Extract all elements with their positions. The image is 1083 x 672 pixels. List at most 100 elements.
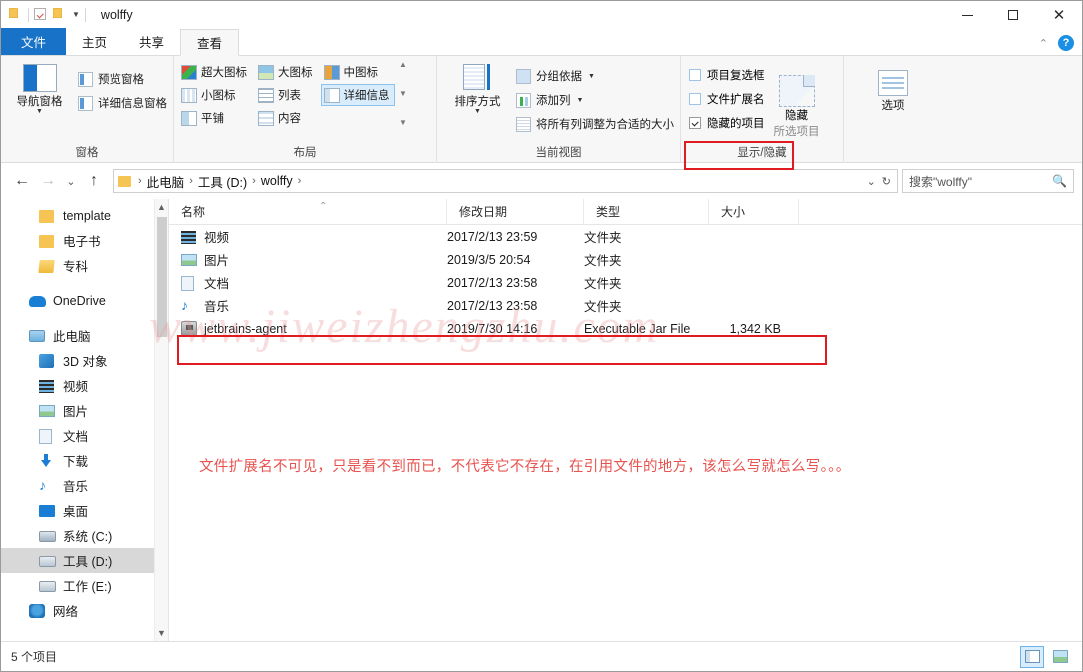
column-header-type[interactable]: 类型: [584, 198, 709, 225]
scrollbar-thumb[interactable]: [157, 217, 167, 337]
sidebar-item-this-pc[interactable]: 此电脑: [1, 323, 168, 348]
sidebar-item-template[interactable]: template: [1, 203, 168, 228]
video-icon: [39, 378, 56, 394]
gallery-expand-icon[interactable]: ▼: [399, 119, 407, 127]
breadcrumb-item-this-pc[interactable]: 此电脑: [147, 172, 185, 191]
collapse-ribbon-icon[interactable]: ⌃: [1039, 37, 1048, 50]
large-icons-view-button[interactable]: [1048, 646, 1072, 668]
scroll-up-icon[interactable]: ▲: [155, 199, 168, 215]
chevron-down-icon[interactable]: ▼: [36, 108, 43, 115]
options-button[interactable]: 选项: [858, 67, 928, 113]
checkbox-icon[interactable]: [34, 8, 48, 22]
size-all-columns-button[interactable]: 将所有列调整为合适的大小: [516, 112, 674, 136]
checkbox-icon[interactable]: [689, 93, 701, 105]
extra-large-icons-icon: [181, 64, 197, 80]
video-icon: [181, 229, 197, 244]
scroll-up-icon[interactable]: ▲: [399, 61, 407, 69]
sidebar-item-3d-objects[interactable]: 3D 对象: [1, 348, 168, 373]
drive-icon: [39, 553, 56, 569]
address-dropdown-icon[interactable]: ⌄: [867, 175, 876, 188]
ribbon-group-label-current-view: 当前视图: [535, 147, 582, 159]
search-icon[interactable]: 🔍: [1052, 174, 1067, 188]
chevron-down-icon[interactable]: ▼: [474, 108, 481, 115]
sidebar-item-desktop[interactable]: 桌面: [1, 498, 168, 523]
sidebar-item-zhuanke[interactable]: 专科: [1, 253, 168, 278]
folder-icon[interactable]: [9, 8, 23, 22]
view-medium-icons[interactable]: 中图标: [321, 61, 395, 83]
details-pane-button[interactable]: 详细信息窗格: [78, 91, 167, 115]
hidden-items-option[interactable]: 隐藏的项目: [689, 111, 765, 135]
sidebar-item-drive-e[interactable]: 工作 (E:): [1, 573, 168, 598]
view-list[interactable]: 列表: [255, 84, 318, 106]
sidebar-scrollbar[interactable]: ▲ ▼: [154, 199, 168, 641]
scroll-down-icon[interactable]: ▼: [399, 90, 407, 98]
table-row[interactable]: jetbrains-agent 2019/7/30 14:16 Executab…: [169, 317, 1082, 340]
back-button[interactable]: ←: [9, 168, 35, 194]
column-header-date[interactable]: 修改日期: [447, 198, 584, 225]
sidebar-item-downloads[interactable]: 下载: [1, 448, 168, 473]
item-checkboxes-option[interactable]: 项目复选框: [689, 63, 765, 87]
tab-share[interactable]: 共享: [123, 28, 180, 55]
file-date-cell: 2019/7/30 14:16: [447, 321, 538, 336]
add-columns-button[interactable]: 添加列 ▼: [516, 88, 674, 112]
ribbon-group-panes: 导航窗格 ▼ 预览窗格 详细信息窗格 窗格: [1, 56, 173, 163]
file-date-cell: 2019/3/5 20:54: [447, 252, 531, 267]
column-header-size[interactable]: 大小: [709, 198, 799, 225]
sidebar-item-music[interactable]: ♪ 音乐: [1, 473, 168, 498]
view-large-icons[interactable]: 大图标: [255, 61, 318, 83]
view-content[interactable]: 内容: [255, 107, 318, 129]
forward-button[interactable]: →: [35, 168, 61, 194]
group-by-button[interactable]: 分组依据 ▼: [516, 64, 674, 88]
table-row[interactable]: 视频 2017/2/13 23:59 文件夹: [169, 225, 1082, 248]
hide-selected-items-button[interactable]: 隐藏 所选项目: [765, 75, 829, 139]
annotation-text: 文件扩展名不可见，只是看不到而已，不代表它不存在，在引用文件的地方，该怎么写就怎…: [199, 459, 851, 475]
sidebar-item-drive-d[interactable]: 工具 (D:): [1, 548, 168, 573]
recent-locations-button[interactable]: ⌄: [61, 168, 81, 194]
sidebar-item-label: 视频: [63, 380, 89, 394]
maximize-button[interactable]: [990, 1, 1036, 29]
scroll-down-icon[interactable]: ▼: [155, 625, 168, 641]
preview-pane-button[interactable]: 预览窗格: [78, 67, 167, 91]
tab-file[interactable]: 文件: [1, 28, 67, 55]
sidebar-item-drive-c[interactable]: 系统 (C:): [1, 523, 168, 548]
chevron-down-icon[interactable]: ▼: [577, 97, 584, 104]
breadcrumb[interactable]: › 此电脑 › 工具 (D:) › wolffy › ⌄ ↻: [113, 169, 898, 193]
checkbox-icon[interactable]: [689, 117, 701, 129]
sidebar-item-network[interactable]: 网络: [1, 598, 168, 623]
minimize-button[interactable]: [944, 1, 990, 29]
tab-home[interactable]: 主页: [66, 28, 123, 55]
preview-pane-label: 预览窗格: [98, 74, 144, 86]
breadcrumb-item-drive[interactable]: 工具 (D:): [198, 172, 247, 191]
help-icon[interactable]: ?: [1058, 35, 1074, 51]
view-small-icons[interactable]: 小图标: [178, 84, 252, 106]
layout-gallery-scrollbar[interactable]: ▲ ▼ ▼: [397, 61, 410, 127]
view-details[interactable]: 详细信息: [320, 84, 395, 106]
main-area: template 电子书 专科 OneDrive 此电脑 3D 对象 视频 图片…: [1, 198, 1082, 641]
view-tiles[interactable]: 平铺: [178, 107, 252, 129]
sidebar-item-ebooks[interactable]: 电子书: [1, 228, 168, 253]
table-row[interactable]: ♪ 音乐 2017/2/13 23:58 文件夹: [169, 294, 1082, 317]
file-date-cell: 2017/2/13 23:59: [447, 229, 538, 244]
close-button[interactable]: ✕: [1036, 1, 1082, 29]
tab-view[interactable]: 查看: [180, 29, 240, 56]
file-name-extensions-option[interactable]: 文件扩展名: [689, 87, 765, 111]
up-button[interactable]: ↑: [81, 168, 107, 194]
column-header-name[interactable]: 名称: [169, 198, 447, 225]
breadcrumb-item-wolffy[interactable]: wolffy: [261, 174, 293, 188]
sidebar-item-documents[interactable]: 文档: [1, 423, 168, 448]
refresh-icon[interactable]: ↻: [882, 175, 891, 188]
sort-by-button[interactable]: 排序方式 ▼: [443, 61, 512, 115]
sidebar-item-onedrive[interactable]: OneDrive: [1, 288, 168, 313]
view-extra-large-icons[interactable]: 超大图标: [178, 61, 252, 83]
chevron-down-icon[interactable]: ▼: [588, 73, 595, 80]
search-box[interactable]: 搜索"wolffy" 🔍: [902, 169, 1074, 193]
details-view-button[interactable]: [1020, 645, 1044, 668]
table-row[interactable]: 图片 2019/3/5 20:54 文件夹: [169, 248, 1082, 271]
table-row[interactable]: 文档 2017/2/13 23:58 文件夹: [169, 271, 1082, 294]
sidebar-item-pictures[interactable]: 图片: [1, 398, 168, 423]
chevron-down-icon[interactable]: ▼: [72, 11, 80, 19]
sidebar-item-videos[interactable]: 视频: [1, 373, 168, 398]
navigation-pane-button[interactable]: 导航窗格 ▼: [7, 61, 72, 115]
folder-icon[interactable]: [53, 8, 67, 22]
checkbox-icon[interactable]: [689, 69, 701, 81]
